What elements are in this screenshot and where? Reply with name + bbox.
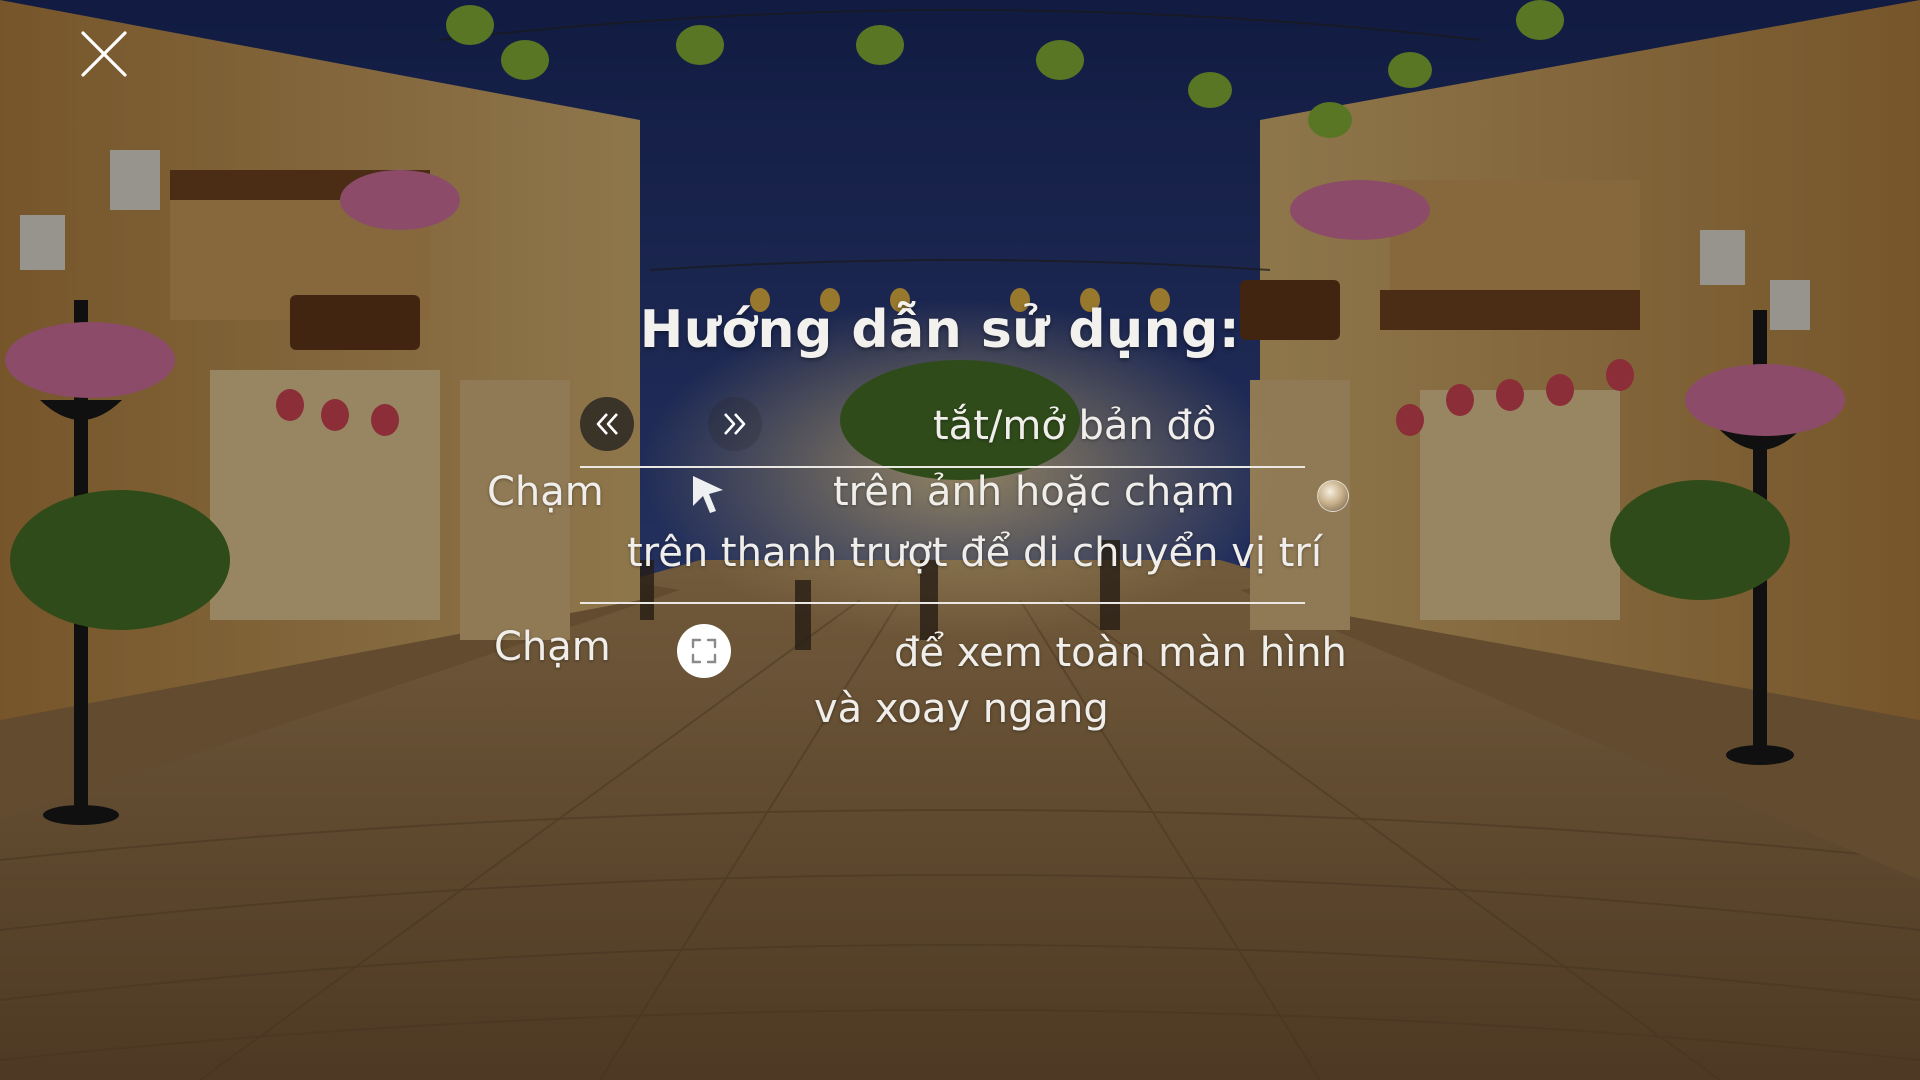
- fullscreen-instruction-line2: và xoay ngang: [814, 686, 1109, 732]
- divider-top: [580, 466, 1305, 468]
- map-toggle-text: tắt/mở bản đồ: [933, 403, 1217, 449]
- close-icon[interactable]: [78, 28, 130, 80]
- cursor-arrow-icon: [693, 476, 723, 513]
- touch-label-navigate: Chạm: [487, 469, 604, 515]
- fullscreen-instruction-line1: để xem toàn màn hình: [894, 630, 1347, 676]
- touch-label-fullscreen: Chạm: [494, 624, 611, 670]
- globe-thumb-icon[interactable]: [1317, 480, 1349, 512]
- navigate-instruction-line2: trên thanh trượt để di chuyển vị trí: [627, 530, 1322, 576]
- double-chevron-left-icon[interactable]: [580, 397, 634, 451]
- double-chevron-right-icon[interactable]: [708, 397, 762, 451]
- panorama-viewer[interactable]: Hướng dẫn sử dụng: tắt/mở bản đồ Chạm tr…: [0, 0, 1920, 1080]
- divider-bottom: [580, 602, 1305, 604]
- fullscreen-icon[interactable]: [677, 624, 731, 678]
- guide-title: Hướng dẫn sử dụng:: [639, 300, 1241, 360]
- close-icon-glyph: [81, 31, 127, 77]
- navigate-instruction-line1: trên ảnh hoặc chạm: [833, 469, 1235, 515]
